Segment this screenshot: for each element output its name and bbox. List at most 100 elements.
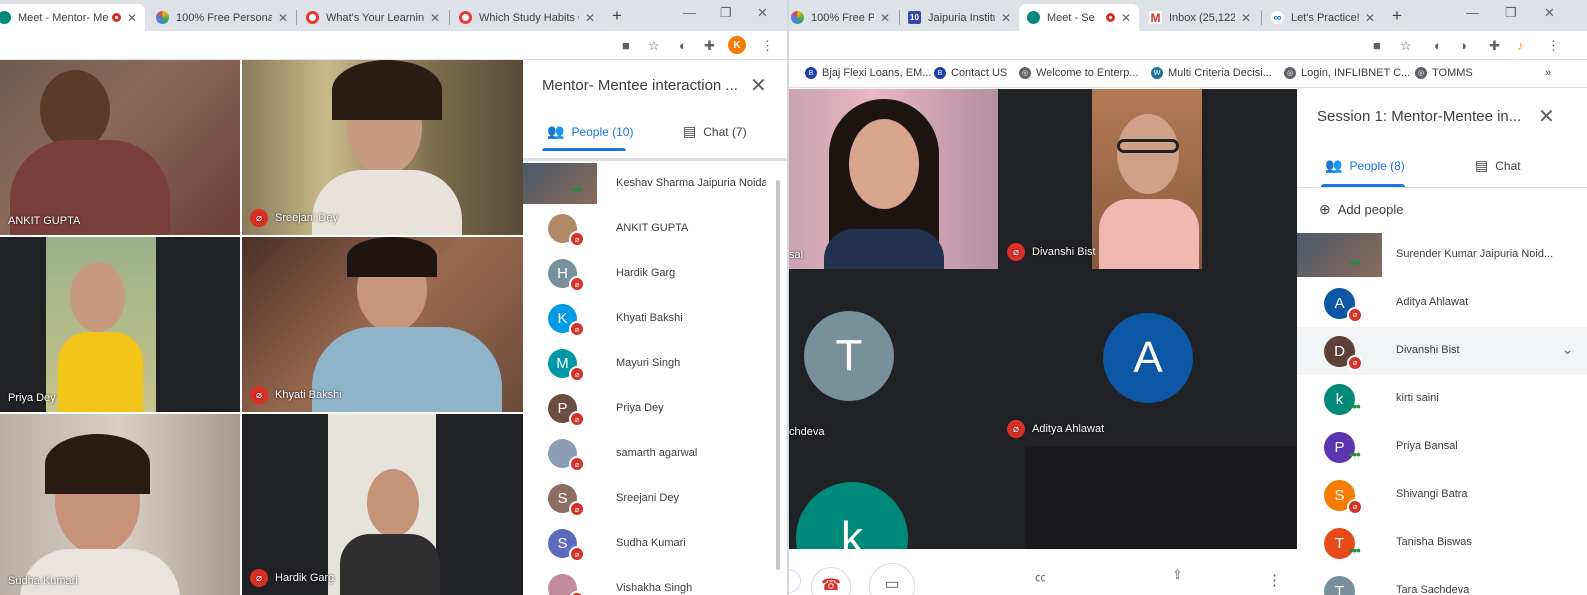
bookmark-item[interactable]: ◎ Welcome to Enterp...	[1019, 67, 1139, 79]
participant-row[interactable]: K ⌀ Khyati Bakshi	[523, 296, 776, 341]
mic-off-icon: ⌀	[569, 546, 585, 562]
restore-button[interactable]: ❐	[1505, 5, 1517, 21]
captions-icon[interactable]: ㏄	[1035, 569, 1046, 585]
tab-people[interactable]: 👥 People (10)	[547, 123, 633, 140]
camera-icon[interactable]: ■	[622, 38, 630, 53]
puzzle-icon[interactable]: ✚	[704, 38, 715, 54]
tab-meet[interactable]: Meet - Mentor- Me ✕	[0, 4, 145, 31]
bookmark-item[interactable]: B Contact US	[934, 67, 1007, 79]
chat-icon: ▤	[1475, 157, 1489, 173]
extension-icon[interactable]: ◑	[1459, 38, 1467, 53]
puzzle-icon[interactable]: ✚	[1489, 38, 1500, 54]
add-people-button[interactable]: ⊕ Add people	[1319, 201, 1404, 218]
tab-people[interactable]: 👥 People (8)	[1325, 157, 1405, 174]
participant-name: ANKIT GUPTA	[8, 215, 81, 227]
close-icon[interactable]: ✕	[430, 11, 440, 25]
participant-row[interactable]: P ⌀ Priya Dey	[523, 386, 776, 431]
extension-icon[interactable]: ◐	[679, 38, 687, 53]
participant-row[interactable]: D ⌀ Divanshi Bist ⌄	[1297, 327, 1587, 375]
window-close-button[interactable]: ✕	[1544, 5, 1555, 21]
tab-learning-style[interactable]: What's Your Learning St ✕	[298, 4, 448, 31]
close-icon[interactable]: ✕	[1241, 11, 1251, 25]
video-tile[interactable]: sal	[789, 89, 998, 269]
profile-avatar[interactable]: K	[728, 36, 746, 54]
close-icon[interactable]: ✕	[1365, 11, 1375, 25]
participant-row[interactable]: H ⌀ Hardik Garg	[523, 251, 776, 296]
bookmark-item[interactable]: ◎ TOMMS	[1415, 67, 1473, 79]
participant-name: Tanisha Biswas	[1396, 536, 1472, 548]
tab-study-habits[interactable]: Which Study Habits Car ✕	[451, 4, 603, 31]
participant-row[interactable]: T ••• Tanisha Biswas	[1297, 519, 1587, 567]
present-icon[interactable]: ⇪	[1172, 567, 1183, 583]
camera-button[interactable]: ▭	[869, 563, 915, 595]
video-tile[interactable]: Sudha Kumari	[0, 414, 240, 595]
tab-personality-test[interactable]: 100% Free Personality T ✕	[148, 4, 296, 31]
bookmark-item[interactable]: ◎ Login, INFLIBNET C...	[1284, 67, 1410, 79]
participant-row[interactable]: k ••• kirti saini	[1297, 375, 1587, 423]
video-tile[interactable]: Priya Dey	[0, 237, 240, 412]
close-icon[interactable]: ✕	[1121, 11, 1131, 25]
close-icon[interactable]: ✕	[1538, 104, 1555, 129]
meeting-controls: ☎ ▭ ㏄ ⇪ ⋮	[789, 549, 1297, 595]
video-tile[interactable]: ⌀ Hardik Garg	[242, 414, 523, 595]
bookmark-item[interactable]: W Multi Criteria Decisi...	[1151, 67, 1272, 79]
participant-row[interactable]: S ⌀ Sreejani Dey	[523, 476, 776, 521]
participant-row[interactable]: S ⌀ Shivangi Batra	[1297, 471, 1587, 519]
tab-personality-test[interactable]: 100% Free Per ✕	[789, 4, 898, 31]
close-icon[interactable]: ✕	[750, 73, 767, 98]
window-close-button[interactable]: ✕	[757, 5, 768, 21]
participant-row[interactable]: M ⌀ Mayuri Singh	[523, 341, 776, 386]
close-icon[interactable]: ✕	[127, 11, 137, 25]
globe-icon: ◎	[1284, 67, 1296, 79]
participant-row[interactable]: T•••Tara Sachdeva	[1297, 567, 1587, 595]
minimize-button[interactable]: —	[683, 5, 696, 20]
wordpress-icon: W	[1151, 67, 1163, 79]
close-icon[interactable]: ✕	[585, 11, 595, 25]
participant-row[interactable]: ⌀ samarth agarwal	[523, 431, 776, 476]
profile-icon[interactable]: ♪	[1517, 38, 1524, 53]
hangup-button[interactable]: ☎	[811, 567, 851, 595]
bookmark-star-icon[interactable]: ☆	[648, 38, 660, 54]
participant-row[interactable]: ••• Keshav Sharma Jaipuria Noida...	[523, 161, 776, 206]
participant-row[interactable]: ⌀ ANKIT GUPTA	[523, 206, 776, 251]
more-options-icon[interactable]: ⋮	[1267, 571, 1282, 589]
scrollbar[interactable]	[776, 180, 780, 570]
participant-row[interactable]: ⌀ Vishakha Singh	[523, 566, 776, 595]
close-icon[interactable]: ✕	[278, 11, 288, 25]
video-tile[interactable]: ⌀ Khyati Bakshi	[242, 237, 523, 412]
more-bookmarks-icon[interactable]: »	[1545, 67, 1551, 79]
participant-row[interactable]: S ⌀ Sudha Kumari	[523, 521, 776, 566]
tab-chat[interactable]: ▤ Chat	[1475, 157, 1521, 174]
tab-chat[interactable]: ▤ Chat (7)	[683, 123, 747, 140]
people-icon: 👥	[547, 123, 565, 139]
participant-row[interactable]: P ••• Priya Bansal	[1297, 423, 1587, 471]
menu-icon[interactable]: ⋮	[761, 38, 774, 54]
video-tile[interactable]: ANKIT GUPTA	[0, 60, 240, 235]
tab-jaipuria[interactable]: 10 Jaipuria Institu ✕	[900, 4, 1019, 31]
extension-icon[interactable]: ◐	[1434, 38, 1442, 53]
camera-icon[interactable]: ■	[1373, 38, 1381, 53]
tab-practice[interactable]: ∞ Let's Practice! ✕	[1263, 4, 1383, 31]
right-browser-window: 100% Free Per ✕ 10 Jaipuria Institu ✕ Me…	[789, 0, 1587, 595]
video-tile[interactable]: ⌀ Sreejani Dey	[242, 60, 523, 235]
bookmark-star-icon[interactable]: ☆	[1400, 38, 1412, 54]
new-tab-button[interactable]: +	[1392, 6, 1402, 26]
video-tile[interactable]: k	[789, 448, 1024, 549]
tab-gmail[interactable]: M Inbox (25,122) ✕	[1141, 4, 1259, 31]
restore-button[interactable]: ❐	[720, 5, 732, 21]
close-icon[interactable]: ✕	[880, 11, 890, 25]
chevron-down-icon[interactable]: ⌄	[1562, 342, 1573, 358]
bookmark-item[interactable]: B Bjaj Flexi Loans, EM...	[805, 67, 931, 79]
video-tile[interactable]: A ⌀ Aditya Ahlawat	[999, 271, 1297, 446]
video-tile[interactable]: T chdeva	[789, 271, 998, 446]
tab-meet[interactable]: Meet - Se ✕	[1019, 4, 1139, 31]
meet-icon	[0, 11, 11, 24]
mic-button[interactable]	[789, 569, 801, 593]
video-tile[interactable]: ⌀ Divanshi Bist	[999, 89, 1297, 269]
close-icon[interactable]: ✕	[1001, 11, 1011, 25]
new-tab-button[interactable]: +	[612, 6, 622, 26]
participant-row[interactable]: ••• Surender Kumar Jaipuria Noid...	[1297, 231, 1587, 279]
minimize-button[interactable]: —	[1466, 5, 1479, 20]
participant-row[interactable]: A ⌀ Aditya Ahlawat	[1297, 279, 1587, 327]
menu-icon[interactable]: ⋮	[1547, 38, 1560, 54]
